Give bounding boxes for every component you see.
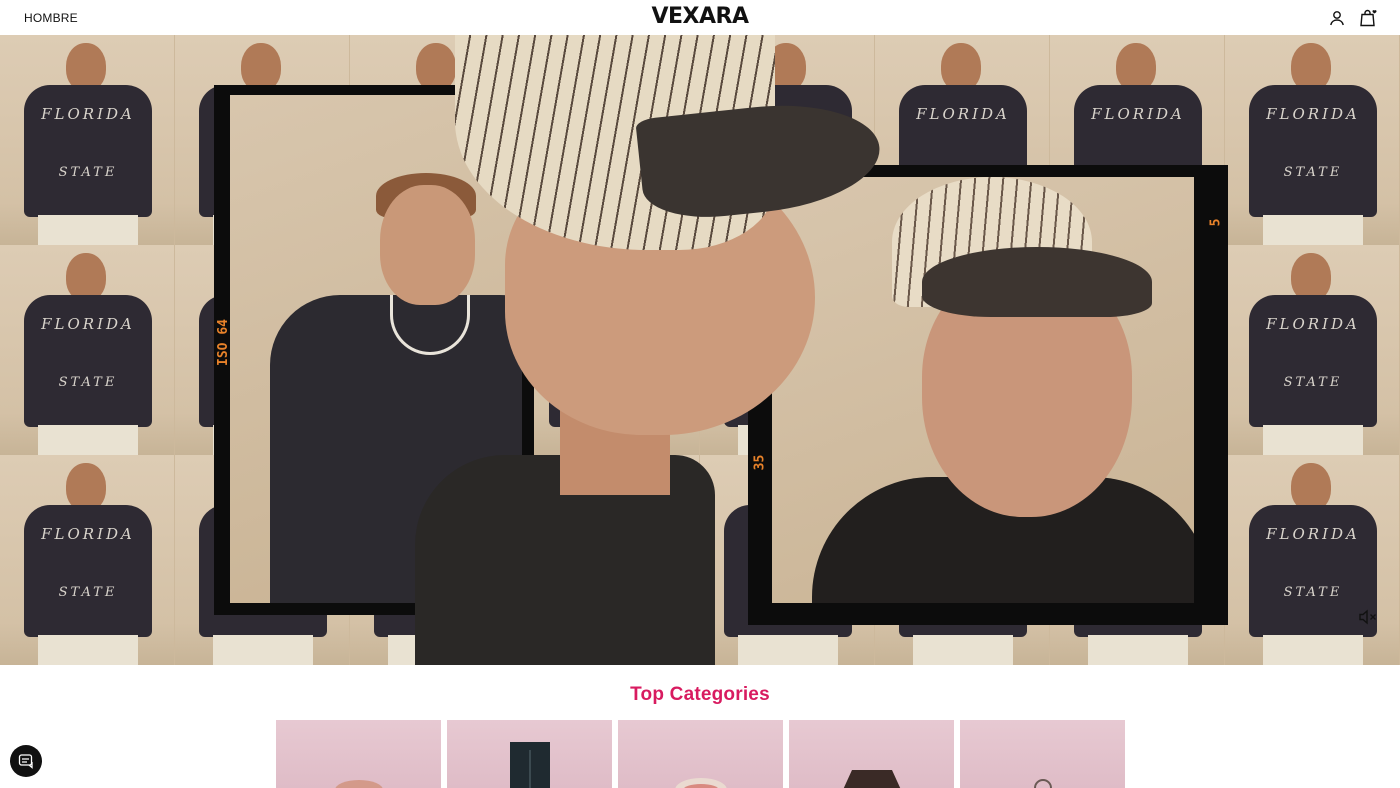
hero-tile: FLORIDASTATE [0, 455, 175, 665]
category-card[interactable] [276, 720, 441, 788]
category-list [276, 720, 1125, 788]
nav-hombre-link[interactable]: HOMBRE [24, 11, 78, 25]
film-frame-number-b: 35 [752, 454, 768, 471]
hero-tile: FLORIDASTATE [1225, 245, 1400, 455]
volume-mute-icon[interactable] [1358, 609, 1378, 625]
category-product-image [509, 742, 550, 788]
hero-tile: FLORIDASTATE [0, 35, 175, 245]
category-product-image [334, 780, 383, 788]
film-frame-right: 5 35 [748, 165, 1228, 625]
category-product-image [843, 770, 900, 788]
category-card[interactable] [789, 720, 954, 788]
film-iso-label: ISO 64 [215, 319, 231, 366]
user-icon[interactable] [1328, 9, 1346, 27]
chat-icon[interactable] [10, 745, 42, 777]
hero-tile: FLORIDASTATE [1225, 35, 1400, 245]
photo-right [772, 177, 1194, 603]
site-header: HOMBRE VEXARA [0, 0, 1400, 35]
category-card[interactable] [447, 720, 612, 788]
category-card[interactable] [618, 720, 783, 788]
hero-video[interactable]: FLORIDASTATE FLORIDASTATE FLORIDASTATE F… [0, 35, 1400, 665]
film-frame-number-a: 5 [1208, 218, 1224, 227]
shopping-bag-icon[interactable] [1360, 9, 1378, 27]
header-icons [1328, 9, 1378, 27]
category-product-image [674, 778, 727, 788]
top-categories-title: Top Categories [630, 684, 770, 705]
brand-logo[interactable]: VEXARA [651, 4, 749, 29]
hero-tile: FLORIDASTATE [0, 245, 175, 455]
category-product-image [1033, 779, 1052, 788]
hero-tile: FLORIDASTATE [1225, 455, 1400, 665]
category-card[interactable] [960, 720, 1125, 788]
